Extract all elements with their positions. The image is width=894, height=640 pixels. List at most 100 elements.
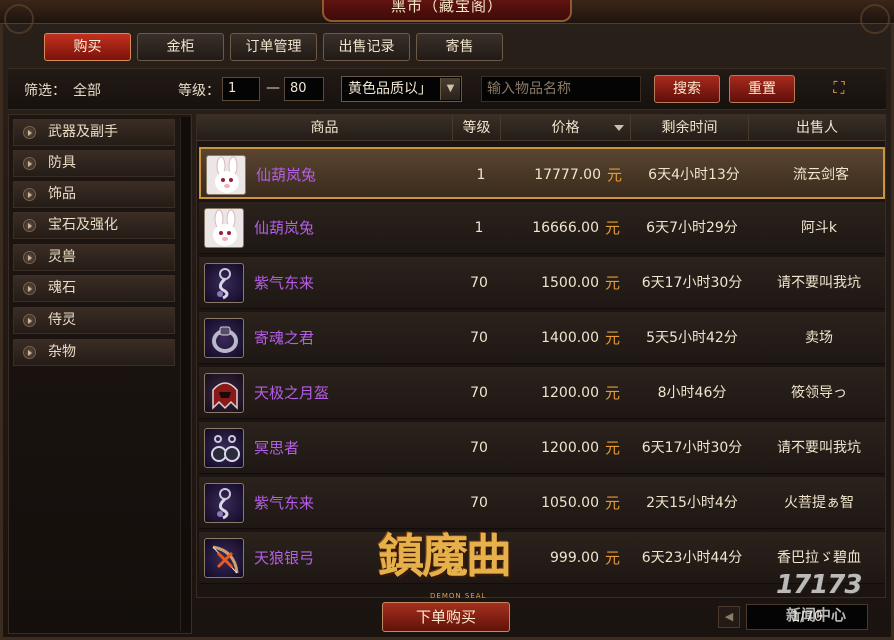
table-row[interactable]: 紫气东来 70 1500.00 元 6天17小时30分 请不要叫我坑 bbox=[199, 257, 885, 309]
sidebar-item-label: 防具 bbox=[48, 155, 76, 171]
table-row[interactable]: 天极之月盔 70 1200.00 元 8小时46分 筱领导っ bbox=[199, 367, 885, 419]
item-remaining: 8小时46分 bbox=[657, 385, 727, 401]
watermark-logo: 17173 bbox=[776, 570, 862, 600]
logo-subtitle: DEMON SEAL bbox=[430, 592, 487, 600]
item-remaining: 6天4小时13分 bbox=[648, 167, 740, 183]
item-level: 1 bbox=[476, 167, 486, 183]
sidebar-item-misc[interactable]: 杂物 bbox=[13, 339, 175, 366]
sidebar-item-accessories[interactable]: 饰品 bbox=[13, 181, 175, 208]
play-bullet-icon bbox=[23, 314, 36, 327]
item-remaining: 2天15小时4分 bbox=[646, 495, 738, 511]
item-level: 1 bbox=[474, 220, 484, 236]
item-name: 仙葫岚兔 bbox=[256, 166, 317, 184]
chevron-left-icon[interactable]: ◀ bbox=[718, 606, 740, 628]
sidebar-item-label: 杂物 bbox=[48, 344, 76, 360]
item-remaining: 5天5小时42分 bbox=[646, 330, 738, 346]
place-order-button[interactable]: 下单购买 bbox=[382, 602, 510, 632]
level-min-input[interactable]: 1 bbox=[222, 77, 260, 101]
item-name: 寄魂之君 bbox=[254, 329, 315, 347]
sidebar-item-attendants[interactable]: 侍灵 bbox=[13, 307, 175, 334]
helmet-icon bbox=[204, 373, 244, 413]
sidebar-item-label: 灵兽 bbox=[48, 249, 76, 265]
sidebar-item-soul-stones[interactable]: 魂石 bbox=[13, 275, 175, 302]
expand-icon[interactable]: ⛶ bbox=[827, 76, 851, 100]
item-seller: 流云剑客 bbox=[793, 167, 849, 183]
play-bullet-icon bbox=[23, 346, 36, 359]
col-header-remaining[interactable]: 剩余时间 bbox=[631, 115, 749, 141]
level-max-input[interactable]: 80 bbox=[284, 77, 324, 101]
item-price: 16666.00 bbox=[532, 220, 599, 236]
col-header-item[interactable]: 商品 bbox=[197, 115, 453, 141]
sidebar-item-label: 宝石及强化 bbox=[48, 217, 118, 233]
table-row[interactable]: 仙葫岚兔 1 17777.00 元 6天4小时13分 流云剑客 bbox=[199, 147, 885, 199]
level-range-dash: — bbox=[266, 80, 280, 96]
play-bullet-icon bbox=[23, 219, 36, 232]
table-row[interactable]: 寄魂之君 70 1400.00 元 5天5小时42分 卖场 bbox=[199, 312, 885, 364]
item-name: 天极之月盔 bbox=[254, 384, 330, 402]
corner-ornament-right bbox=[860, 4, 890, 34]
currency-label: 元 bbox=[605, 219, 621, 237]
item-seller: 筱领导っ bbox=[791, 385, 847, 401]
tab-sales-record[interactable]: 出售记录 bbox=[323, 33, 410, 61]
col-header-price[interactable]: 价格 bbox=[501, 115, 631, 141]
tab-consign[interactable]: 寄售 bbox=[416, 33, 503, 61]
col-header-price-label: 价格 bbox=[551, 120, 580, 136]
chevron-down-icon[interactable]: ▼ bbox=[440, 78, 460, 100]
item-seller: 请不要叫我坑 bbox=[777, 275, 861, 291]
sort-down-icon[interactable] bbox=[614, 125, 624, 131]
tab-order-management[interactable]: 订单管理 bbox=[230, 33, 317, 61]
rabbit-icon bbox=[206, 155, 246, 195]
currency-label: 元 bbox=[605, 274, 621, 292]
currency-label: 元 bbox=[605, 329, 621, 347]
currency-label: 元 bbox=[605, 494, 621, 512]
search-button[interactable]: 搜索 bbox=[654, 75, 720, 103]
table-row[interactable]: 冥思者 70 1200.00 元 6天17小时30分 请不要叫我坑 bbox=[199, 422, 885, 474]
item-price: 17777.00 bbox=[534, 167, 601, 183]
corner-ornament-left bbox=[4, 4, 34, 34]
chain-pendant-icon bbox=[204, 483, 244, 523]
item-price: 1200.00 bbox=[541, 385, 599, 401]
sidebar-item-label: 武器及副手 bbox=[48, 124, 118, 140]
play-bullet-icon bbox=[23, 157, 36, 170]
currency-label: 元 bbox=[605, 384, 621, 402]
sidebar-scrollbar[interactable] bbox=[180, 117, 190, 631]
sidebar-item-label: 魂石 bbox=[48, 280, 76, 296]
filter-value: 全部 bbox=[73, 83, 101, 99]
item-seller: 卖场 bbox=[805, 330, 833, 346]
play-bullet-icon bbox=[23, 126, 36, 139]
table-header: 商品 等级 价格 剩余时间 出售人 bbox=[197, 115, 885, 141]
quality-select[interactable]: 黄色品质以」 ▼ bbox=[341, 76, 462, 102]
tab-buy[interactable]: 购买 bbox=[44, 33, 131, 61]
rabbit-icon bbox=[204, 208, 244, 248]
item-seller: 火菩提ぁ智 bbox=[784, 495, 854, 511]
sidebar-item-gems[interactable]: 宝石及强化 bbox=[13, 212, 175, 239]
item-name: 冥思者 bbox=[254, 439, 300, 457]
site-watermark: 17173 新闻中心 bbox=[776, 560, 888, 630]
ring-icon bbox=[204, 318, 244, 358]
item-price: 1500.00 bbox=[541, 275, 599, 291]
bow-icon bbox=[204, 538, 244, 578]
sidebar-item-armor[interactable]: 防具 bbox=[13, 150, 175, 177]
col-header-seller[interactable]: 出售人 bbox=[749, 115, 885, 141]
play-bullet-icon bbox=[23, 251, 36, 264]
level-label: 等级： bbox=[178, 83, 220, 99]
sidebar-item-label: 饰品 bbox=[48, 186, 76, 202]
item-name: 仙葫岚兔 bbox=[254, 219, 315, 237]
quality-select-value: 黄色品质以」 bbox=[348, 81, 432, 97]
window-title: 黑市（藏宝阁） bbox=[322, 0, 572, 22]
item-name: 紫气东来 bbox=[254, 274, 315, 292]
sidebar-item-spirit-beasts[interactable]: 灵兽 bbox=[13, 244, 175, 271]
item-level: 70 bbox=[470, 275, 488, 291]
search-input[interactable]: 输入物品名称 bbox=[481, 76, 641, 102]
sidebar-item-weapons[interactable]: 武器及副手 bbox=[13, 119, 175, 146]
earrings-icon bbox=[204, 428, 244, 468]
item-level: 70 bbox=[470, 385, 488, 401]
currency-label: 元 bbox=[607, 166, 623, 184]
table-row[interactable]: 仙葫岚兔 1 16666.00 元 6天7小时29分 阿斗k bbox=[199, 202, 885, 254]
col-header-level[interactable]: 等级 bbox=[453, 115, 501, 141]
reset-button[interactable]: 重置 bbox=[729, 75, 795, 103]
currency-label: 元 bbox=[605, 549, 621, 567]
tab-vault[interactable]: 金柜 bbox=[137, 33, 224, 61]
game-logo: 鎮魔曲 DEMON SEAL bbox=[378, 520, 568, 600]
category-sidebar: 武器及副手 防具 饰品 宝石及强化 灵兽 魂石 侍灵 杂物 bbox=[8, 114, 192, 634]
